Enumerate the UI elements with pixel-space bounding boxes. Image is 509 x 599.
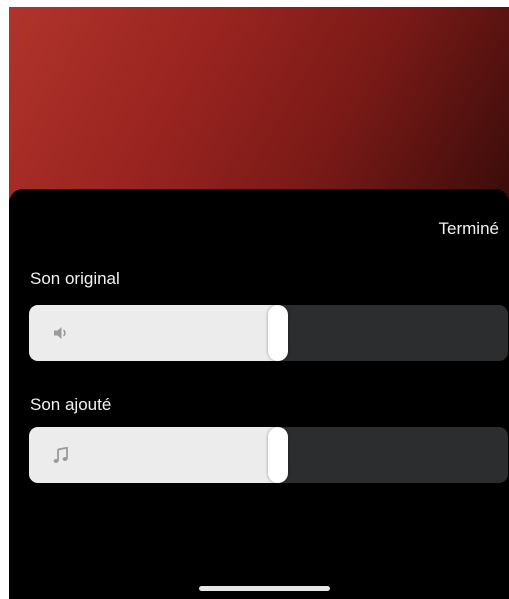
original-sound-slider-thumb[interactable] — [268, 305, 289, 361]
video-preview — [9, 7, 509, 202]
original-sound-label: Son original — [30, 269, 120, 288]
volume-sheet — [9, 189, 509, 599]
app-screen: Terminé Son original Son ajouté — [9, 7, 509, 599]
added-sound-slider-thumb[interactable] — [268, 427, 289, 483]
home-indicator — [199, 586, 330, 591]
added-sound-slider[interactable] — [29, 427, 508, 483]
music-note-icon — [53, 446, 68, 463]
done-button[interactable]: Terminé — [439, 219, 499, 239]
added-sound-label: Son ajouté — [30, 395, 112, 414]
speaker-icon — [54, 327, 66, 339]
original-sound-slider[interactable] — [29, 305, 508, 361]
